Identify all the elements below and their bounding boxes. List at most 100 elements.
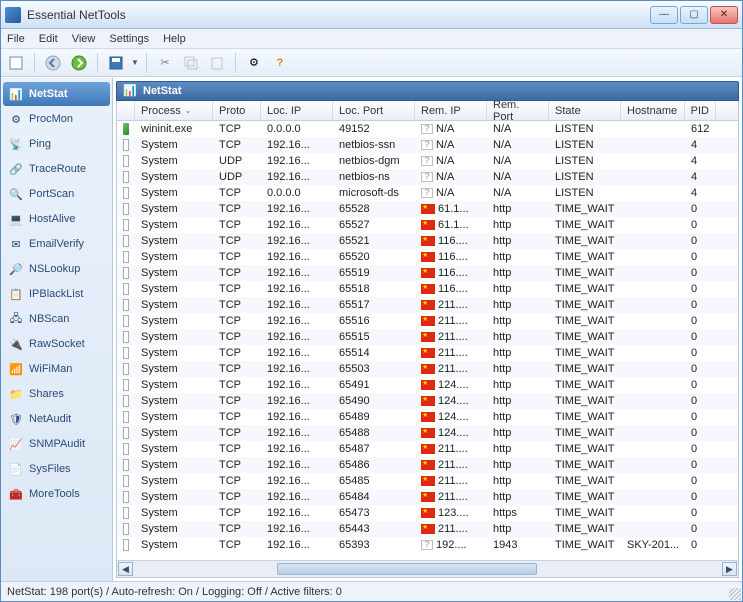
toolbar-help-icon[interactable]: ?: [269, 52, 291, 74]
table-row[interactable]: wininit.exeTCP0.0.0.049152? N/AN/ALISTEN…: [117, 121, 738, 137]
table-row[interactable]: SystemTCP192.16...65484 211....httpTIME_…: [117, 489, 738, 505]
table-row[interactable]: SystemTCP192.16...netbios-ssn? N/AN/ALIS…: [117, 137, 738, 153]
sidebar-item-traceroute[interactable]: 🔗TraceRoute: [3, 157, 110, 181]
cell: [621, 441, 685, 457]
sidebar-item-hostalive[interactable]: 💻HostAlive: [3, 207, 110, 231]
menu-settings[interactable]: Settings: [109, 33, 149, 45]
table-row[interactable]: SystemTCP192.16...65485 211....httpTIME_…: [117, 473, 738, 489]
process-page-icon: [123, 187, 129, 199]
table-row[interactable]: SystemTCP0.0.0.0microsoft-ds? N/AN/ALIST…: [117, 185, 738, 201]
cell: TCP: [213, 409, 261, 425]
minimize-button[interactable]: —: [650, 6, 678, 24]
maximize-button[interactable]: ▢: [680, 6, 708, 24]
cell: TCP: [213, 473, 261, 489]
cell: System: [135, 409, 213, 425]
cell: TIME_WAIT: [549, 441, 621, 457]
toolbar-forward-icon[interactable]: [68, 52, 90, 74]
sidebar-item-netstat[interactable]: 📊NetStat: [3, 82, 110, 106]
cell: 0: [685, 489, 716, 505]
sidebar-item-netaudit[interactable]: 🛡NetAudit: [3, 407, 110, 431]
sidebar-item-emailverify[interactable]: ✉EmailVerify: [3, 232, 110, 256]
toolbar-save-icon[interactable]: [105, 52, 127, 74]
column-proto[interactable]: Proto: [213, 101, 261, 120]
table-row[interactable]: SystemTCP192.16...65517 211....httpTIME_…: [117, 297, 738, 313]
column-hostname[interactable]: Hostname: [621, 101, 685, 120]
menu-help[interactable]: Help: [163, 33, 186, 45]
cell: [621, 425, 685, 441]
menu-view[interactable]: View: [72, 33, 96, 45]
column-icon[interactable]: [117, 101, 135, 120]
sidebar-item-shares[interactable]: 📁Shares: [3, 382, 110, 406]
toolbar-settings-icon[interactable]: ⚙: [243, 52, 265, 74]
table-row[interactable]: SystemTCP192.16...65489 124....httpTIME_…: [117, 409, 738, 425]
cell: 65490: [333, 393, 415, 409]
table-row[interactable]: SystemTCP192.16...65518 116....httpTIME_…: [117, 281, 738, 297]
grid-body[interactable]: wininit.exeTCP0.0.0.049152? N/AN/ALISTEN…: [117, 121, 738, 560]
toolbar-copy-icon[interactable]: [180, 52, 202, 74]
table-row[interactable]: SystemUDP192.16...netbios-ns? N/AN/ALIST…: [117, 169, 738, 185]
table-row[interactable]: SystemTCP192.16...65473 123....httpsTIME…: [117, 505, 738, 521]
table-row[interactable]: SystemTCP192.16...65488 124....httpTIME_…: [117, 425, 738, 441]
cell: [621, 457, 685, 473]
scroll-thumb[interactable]: [277, 563, 537, 575]
table-row[interactable]: SystemTCP192.16...65490 124....httpTIME_…: [117, 393, 738, 409]
table-row[interactable]: SystemTCP192.16...65486 211....httpTIME_…: [117, 457, 738, 473]
sidebar-item-snmpaudit[interactable]: 📈SNMPAudit: [3, 432, 110, 456]
cell: [117, 233, 135, 249]
table-row[interactable]: SystemTCP192.16...65503 211....httpTIME_…: [117, 361, 738, 377]
sidebar-item-ipblacklist[interactable]: 📋IPBlackList: [3, 282, 110, 306]
sidebar-item-nslookup[interactable]: 🔎NSLookup: [3, 257, 110, 281]
toolbar-cut-icon[interactable]: ✂: [154, 52, 176, 74]
resize-grip-icon[interactable]: [729, 588, 741, 600]
column-process[interactable]: Process⌄: [135, 101, 213, 120]
sidebar-item-nbscan[interactable]: 🖧NBScan: [3, 307, 110, 331]
toolbar-paste-icon[interactable]: [206, 52, 228, 74]
table-row[interactable]: SystemTCP192.16...65487 211....httpTIME_…: [117, 441, 738, 457]
cell: TCP: [213, 137, 261, 153]
table-row[interactable]: SystemTCP192.16...65393? 192....1943TIME…: [117, 537, 738, 553]
table-row[interactable]: SystemTCP192.16...65515 211....httpTIME_…: [117, 329, 738, 345]
table-row[interactable]: SystemTCP192.16...65521 116....httpTIME_…: [117, 233, 738, 249]
cell: https: [487, 505, 549, 521]
horizontal-scrollbar[interactable]: ◀ ▶: [117, 560, 738, 577]
menu-edit[interactable]: Edit: [39, 33, 58, 45]
scroll-left-icon[interactable]: ◀: [118, 562, 133, 576]
column-remport[interactable]: Rem. Port: [487, 101, 549, 120]
table-row[interactable]: SystemTCP192.16...65516 211....httpTIME_…: [117, 313, 738, 329]
column-pid[interactable]: PID: [685, 101, 716, 120]
column-locip[interactable]: Loc. IP: [261, 101, 333, 120]
table-row[interactable]: SystemTCP192.16...65519 116....httpTIME_…: [117, 265, 738, 281]
dropdown-arrow-icon[interactable]: ▼: [131, 58, 139, 67]
table-row[interactable]: SystemTCP192.16...65514 211....httpTIME_…: [117, 345, 738, 361]
cell: 4: [685, 169, 716, 185]
column-remip[interactable]: Rem. IP: [415, 101, 487, 120]
cell: N/A: [487, 137, 549, 153]
sidebar-item-rawsocket[interactable]: 🔌RawSocket: [3, 332, 110, 356]
menu-file[interactable]: File: [7, 33, 25, 45]
column-state[interactable]: State: [549, 101, 621, 120]
scroll-right-icon[interactable]: ▶: [722, 562, 737, 576]
cell: 192.16...: [261, 281, 333, 297]
close-button[interactable]: ✕: [710, 6, 738, 24]
sidebar-item-label: NetStat: [29, 88, 68, 100]
sidebar-item-procmon[interactable]: ⚙ProcMon: [3, 107, 110, 131]
table-row[interactable]: SystemTCP192.16...65527 61.1...httpTIME_…: [117, 217, 738, 233]
column-locport[interactable]: Loc. Port: [333, 101, 415, 120]
cell: [621, 169, 685, 185]
cell: 4: [685, 153, 716, 169]
cell: UDP: [213, 169, 261, 185]
table-row[interactable]: SystemTCP192.16...65528 61.1...httpTIME_…: [117, 201, 738, 217]
titlebar[interactable]: Essential NetTools — ▢ ✕: [1, 1, 742, 29]
toolbar-new-icon[interactable]: [5, 52, 27, 74]
table-row[interactable]: SystemTCP192.16...65443 211....httpTIME_…: [117, 521, 738, 537]
sidebar-item-moretools[interactable]: 🧰MoreTools: [3, 482, 110, 506]
table-row[interactable]: SystemTCP192.16...65491 124....httpTIME_…: [117, 377, 738, 393]
sidebar-item-sysfiles[interactable]: 📄SysFiles: [3, 457, 110, 481]
sidebar-item-portscan[interactable]: 🔍PortScan: [3, 182, 110, 206]
flag-cn-icon: [421, 220, 435, 230]
table-row[interactable]: SystemTCP192.16...65520 116....httpTIME_…: [117, 249, 738, 265]
sidebar-item-wifiman[interactable]: 📶WiFiMan: [3, 357, 110, 381]
toolbar-back-icon[interactable]: [42, 52, 64, 74]
table-row[interactable]: SystemUDP192.16...netbios-dgm? N/AN/ALIS…: [117, 153, 738, 169]
sidebar-item-ping[interactable]: 📡Ping: [3, 132, 110, 156]
